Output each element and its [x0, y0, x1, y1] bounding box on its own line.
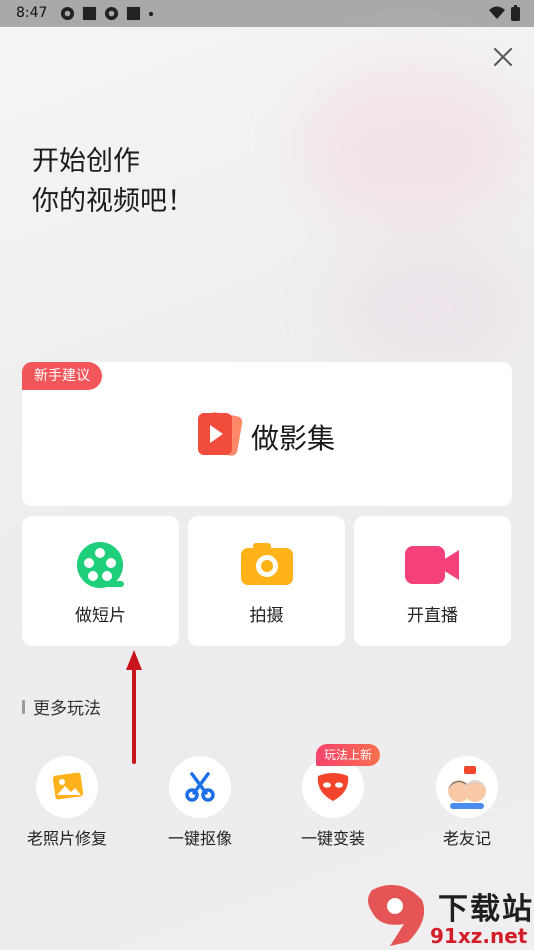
mask-icon: [317, 773, 349, 801]
photo-restore-icon: [52, 772, 84, 800]
play-icon: [198, 412, 243, 456]
dot-icon: [148, 11, 154, 16]
background-glow: [300, 67, 520, 227]
notification-icons: [60, 6, 154, 21]
watermark-url: 91xz.net: [430, 924, 528, 948]
more-section-title: 更多玩法: [22, 694, 101, 719]
aperture-icon: [60, 6, 75, 21]
title-line-2: 你的视频吧！: [32, 186, 194, 217]
background-glow: [330, 237, 530, 377]
elderly-couple-icon: [448, 766, 486, 809]
beginner-badge: 新手建议: [22, 362, 102, 390]
go-live-label: 开直播: [407, 606, 458, 626]
old-friends-label: 老友记: [442, 829, 491, 848]
square-icon: [82, 6, 97, 21]
wifi-icon: [489, 6, 505, 19]
page-title: 开始创作 你的视频吧！: [32, 142, 194, 222]
one-click-cutout-label: 一键抠像: [167, 829, 232, 848]
close-icon[interactable]: [492, 46, 514, 68]
system-icons: [489, 5, 520, 21]
camera-icon: [241, 543, 293, 585]
watermark-title: 下载站: [438, 892, 534, 927]
make-short-film-label: 做短片: [75, 606, 126, 626]
shoot-label: 拍摄: [249, 606, 284, 626]
more-section-label: 更多玩法: [33, 699, 101, 719]
title-line-1: 开始创作: [32, 146, 140, 177]
make-album-label: 做影集: [251, 422, 336, 455]
section-bar: [22, 699, 25, 714]
status-bar: 8:47: [0, 0, 534, 27]
one-click-dressup-label: 一键变装: [300, 829, 365, 848]
square-icon: [126, 6, 141, 21]
aperture-icon: [104, 6, 119, 21]
video-camera-icon: [405, 546, 459, 584]
scissors-icon: [185, 772, 215, 802]
status-time: 8:47: [16, 5, 48, 21]
film-reel-icon: [77, 542, 124, 588]
old-photo-restore-label: 老照片修复: [26, 829, 107, 848]
annotation-arrow: [126, 650, 142, 764]
new-play-badge: 玩法上新: [316, 744, 381, 766]
battery-icon: [511, 5, 520, 21]
